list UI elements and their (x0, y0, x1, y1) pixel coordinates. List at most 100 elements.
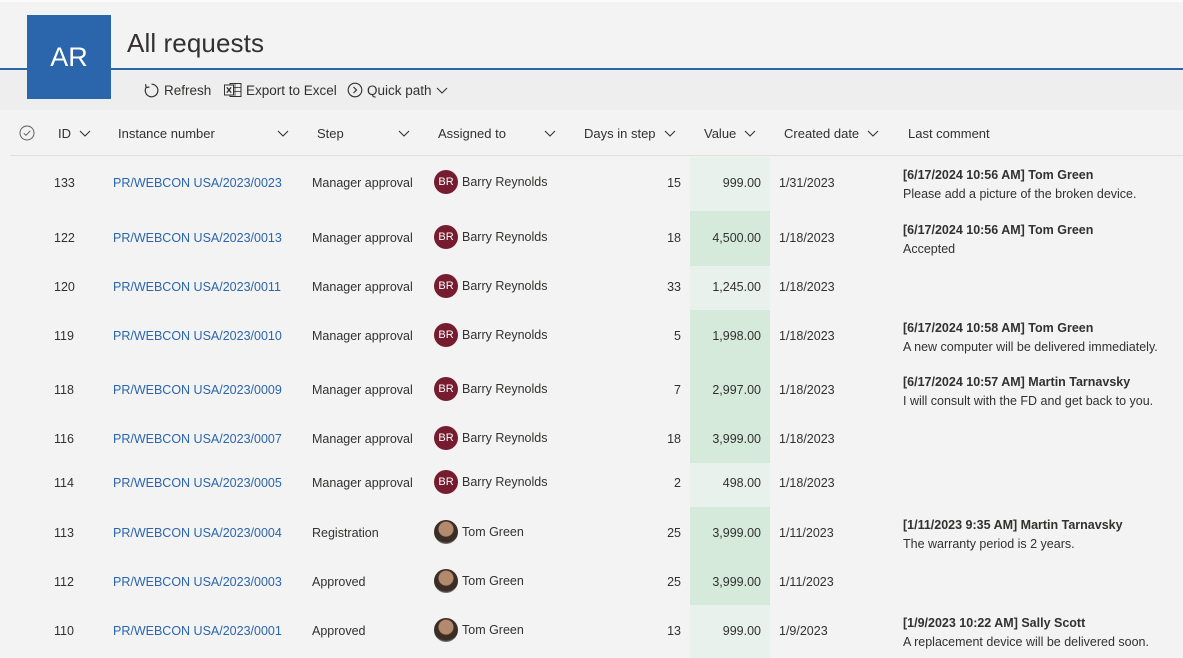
cell-step: Registration (312, 526, 379, 540)
last-comment: [1/9/2023 10:22 AM] Sally Scott A replac… (903, 614, 1149, 652)
chevron-down-icon (436, 87, 447, 94)
cell-step: Manager approval (312, 432, 413, 446)
assigned-user[interactable]: BR Barry Reynolds (434, 377, 547, 401)
assigned-name: Barry Reynolds (462, 175, 548, 189)
assigned-user[interactable]: BR Barry Reynolds (434, 225, 547, 249)
column-header-id[interactable]: ID (58, 110, 98, 156)
column-header-assigned[interactable]: Assigned to (438, 110, 560, 156)
assigned-user[interactable]: BR Barry Reynolds (434, 274, 547, 298)
cell-value: 2,997.00 (712, 383, 761, 397)
column-header-label: Value (704, 125, 737, 141)
cell-step: Manager approval (312, 176, 413, 190)
column-header-label: Created date (784, 125, 860, 141)
assigned-user[interactable]: BR Barry Reynolds (434, 470, 547, 494)
cell-days: 18 (667, 432, 681, 446)
instance-link[interactable]: PR/WEBCON USA/2023/0010 (113, 329, 282, 343)
quick-path-icon (347, 82, 363, 98)
refresh-label: Refresh (164, 82, 212, 98)
assigned-user[interactable]: BR Barry Reynolds (434, 170, 547, 194)
column-header-label: Assigned to (438, 125, 506, 141)
column-header-label: Instance number (118, 125, 215, 141)
column-header-label: Days in step (584, 125, 656, 141)
cell-step: Approved (312, 575, 366, 589)
export-excel-button[interactable]: Export to Excel (224, 80, 337, 100)
avatar: BR (434, 274, 458, 298)
chevron-down-icon (867, 130, 879, 137)
comment-text: A replacement device will be delivered s… (903, 635, 1149, 649)
cell-created: 1/18/2023 (779, 432, 835, 446)
instance-link[interactable]: PR/WEBCON USA/2023/0013 (113, 231, 282, 245)
cell-days: 18 (667, 231, 681, 245)
cell-id: 116 (54, 432, 74, 446)
cell-days: 13 (667, 624, 681, 638)
instance-link[interactable]: PR/WEBCON USA/2023/0003 (113, 575, 282, 589)
comment-header: [1/11/2023 9:35 AM] Martin Tarnavsky (903, 518, 1123, 532)
chevron-down-icon (398, 130, 410, 137)
instance-link[interactable]: PR/WEBCON USA/2023/0023 (113, 176, 282, 190)
last-comment: [1/11/2023 9:35 AM] Martin Tarnavsky The… (903, 516, 1123, 554)
assigned-user[interactable]: Tom Green (434, 520, 524, 544)
cell-created: 1/9/2023 (779, 624, 828, 638)
column-header-comment[interactable]: Last comment (908, 110, 1028, 156)
instance-link[interactable]: PR/WEBCON USA/2023/0004 (113, 526, 282, 540)
avatar: BR (434, 377, 458, 401)
assigned-user[interactable]: BR Barry Reynolds (434, 426, 547, 450)
cell-id: 113 (54, 526, 74, 540)
cell-step: Manager approval (312, 329, 413, 343)
assigned-name: Tom Green (462, 525, 524, 539)
column-header-days[interactable]: Days in step (584, 110, 679, 156)
assigned-name: Barry Reynolds (462, 279, 548, 293)
comment-header: [6/17/2024 10:58 AM] Tom Green (903, 321, 1094, 335)
cell-value: 1,998.00 (712, 329, 761, 343)
cell-value: 3,999.00 (712, 575, 761, 589)
column-header-value[interactable]: Value (704, 110, 764, 156)
assigned-name: Tom Green (462, 623, 524, 637)
comment-text: Please add a picture of the broken devic… (903, 187, 1137, 201)
column-header-step[interactable]: Step (317, 110, 412, 156)
comment-header: [6/17/2024 10:56 AM] Tom Green (903, 168, 1094, 182)
avatar: BR (434, 323, 458, 347)
column-header-instance[interactable]: Instance number (118, 110, 293, 156)
avatar: BR (434, 426, 458, 450)
cell-created: 1/18/2023 (779, 383, 835, 397)
top-strip (0, 0, 1183, 2)
assigned-user[interactable]: Tom Green (434, 618, 524, 642)
assigned-user[interactable]: Tom Green (434, 569, 524, 593)
cell-days: 7 (674, 383, 681, 397)
comment-text: The warranty period is 2 years. (903, 537, 1075, 551)
cell-step: Manager approval (312, 476, 413, 490)
cell-days: 5 (674, 329, 681, 343)
cell-value: 999.00 (722, 624, 761, 638)
column-header-label: Last comment (908, 125, 990, 141)
refresh-button[interactable]: Refresh (143, 80, 211, 100)
column-header-label: Step (317, 125, 344, 141)
assigned-name: Barry Reynolds (462, 230, 548, 244)
chevron-down-icon (664, 130, 676, 137)
cell-created: 1/31/2023 (779, 176, 835, 190)
cell-id: 114 (54, 476, 74, 490)
cell-step: Manager approval (312, 280, 413, 294)
assigned-name: Barry Reynolds (462, 382, 548, 396)
app-tile[interactable]: AR (27, 15, 111, 99)
instance-link[interactable]: PR/WEBCON USA/2023/0007 (113, 432, 282, 446)
cell-step: Manager approval (312, 231, 413, 245)
cell-days: 2 (674, 476, 681, 490)
instance-link[interactable]: PR/WEBCON USA/2023/0001 (113, 624, 282, 638)
instance-link[interactable]: PR/WEBCON USA/2023/0011 (113, 280, 281, 294)
chevron-down-icon (544, 130, 556, 137)
instance-link[interactable]: PR/WEBCON USA/2023/0005 (113, 476, 282, 490)
cell-days: 25 (667, 526, 681, 540)
comment-header: [6/17/2024 10:57 AM] Martin Tarnavsky (903, 375, 1131, 389)
cell-value: 4,500.00 (712, 231, 761, 245)
cell-step: Manager approval (312, 383, 413, 397)
column-header-label: ID (58, 125, 71, 141)
chevron-down-icon (79, 130, 91, 137)
assigned-user[interactable]: BR Barry Reynolds (434, 323, 547, 347)
cell-created: 1/18/2023 (779, 476, 835, 490)
page-title: All requests (127, 28, 265, 58)
instance-link[interactable]: PR/WEBCON USA/2023/0009 (113, 383, 282, 397)
quick-path-button[interactable]: Quick path (347, 80, 453, 100)
column-header-created[interactable]: Created date (784, 110, 884, 156)
select-all-checkbox[interactable] (19, 125, 35, 146)
export-label: Export to Excel (246, 82, 337, 98)
